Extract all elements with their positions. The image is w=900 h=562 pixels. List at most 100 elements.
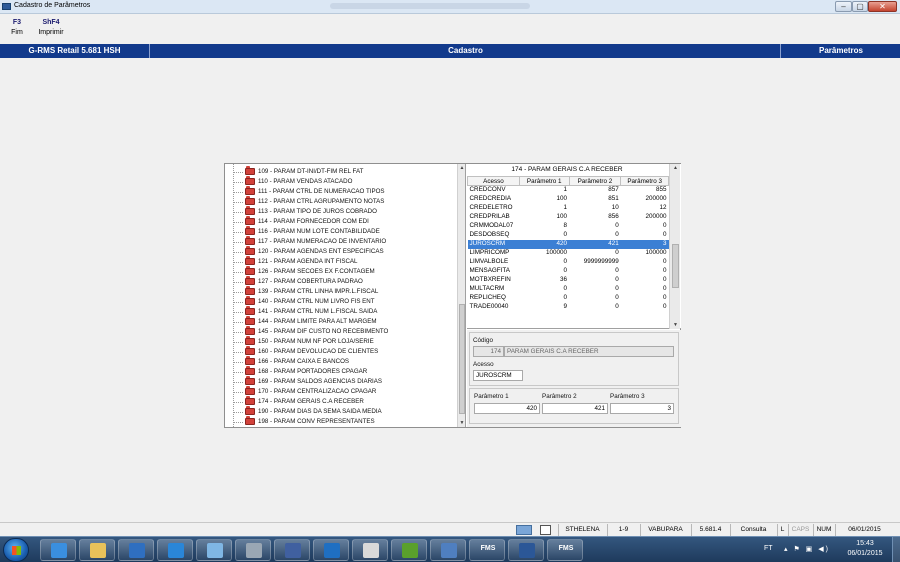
tree-item[interactable]: 140 - PARAM CTRL NUM LIVRO FIS ENT	[233, 296, 453, 307]
cell-parametro-2[interactable]: 857	[569, 186, 621, 195]
cell-acesso[interactable]: MOTBXREFIN	[468, 276, 520, 285]
cell-parametro-1[interactable]: 0	[519, 285, 569, 294]
cell-acesso[interactable]: CREDCREDIA	[468, 195, 520, 204]
cell-parametro-2[interactable]: 0	[569, 303, 621, 312]
tree-item[interactable]: 141 - PARAM CTRL NUM L.FISCAL SAIDA	[233, 306, 453, 317]
cell-parametro-2[interactable]: 851	[569, 195, 621, 204]
tree-item[interactable]: 114 - PARAM FORNECEDOR COM EDI	[233, 216, 453, 227]
grid-scroll-thumb[interactable]	[672, 244, 679, 288]
tree-item[interactable]: 139 - PARAM CTRL LINHA IMPR.L.FISCAL	[233, 286, 453, 297]
table-row[interactable]: MENSAGFITA 0 0 0	[468, 267, 669, 276]
cell-acesso[interactable]: CRMMODAL07	[468, 222, 520, 231]
col-acesso[interactable]: Acesso	[467, 176, 520, 186]
cell-parametro-3[interactable]: 3	[620, 239, 669, 249]
clock-time[interactable]: 15:43	[842, 540, 888, 547]
tree-item[interactable]: 144 - PARAM LIMITE PARA ALT MARGEM	[233, 316, 453, 327]
tree-item[interactable]: 127 - PARAM COBERTURA PADRAO	[233, 276, 453, 287]
settings-icon[interactable]	[430, 539, 466, 561]
cell-parametro-2[interactable]: 0	[569, 222, 621, 231]
tree-item[interactable]: 168 - PARAM PORTADORES CPAGAR	[233, 366, 453, 377]
tree-item[interactable]: 166 - PARAM CAIXA E BANCOS	[233, 356, 453, 367]
grid-scrollbar[interactable]: ▲ ▼	[669, 164, 680, 329]
cell-parametro-1[interactable]: 100000	[519, 249, 569, 258]
acesso-field[interactable]: JUROSCRM	[473, 370, 523, 381]
scroll-up-icon[interactable]: ▲	[458, 164, 465, 172]
table-row[interactable]: DESDOBSEQ 0 0 0	[468, 231, 669, 240]
table-row[interactable]: LIMVALBOLE 0 9999999999 0	[468, 258, 669, 267]
col-parametro-2[interactable]: Parâmetro 2	[568, 176, 622, 186]
col-parametro-3[interactable]: Parâmetro 3	[620, 176, 669, 186]
table-row[interactable]: CREDCREDIA 100 851 200000	[468, 195, 669, 204]
table-row[interactable]: TRADE00040 9 0 0	[468, 303, 669, 312]
cell-parametro-1[interactable]: 420	[519, 239, 570, 249]
cell-parametro-2[interactable]: 0	[569, 267, 621, 276]
cell-parametro-3[interactable]: 0	[621, 285, 669, 294]
cell-acesso[interactable]: CREDCONV	[468, 186, 520, 195]
cell-parametro-2[interactable]: 0	[569, 249, 621, 258]
table-row[interactable]: MOTBXREFIN 36 0 0	[468, 276, 669, 285]
cell-parametro-3[interactable]: 0	[621, 303, 669, 312]
cell-parametro-3[interactable]: 0	[621, 276, 669, 285]
tree-item[interactable]: 109 - PARAM DT-INI/DT-FIM REL FAT	[233, 166, 453, 177]
tree-item[interactable]: 116 - PARAM NUM LOTE CONTABILIDADE	[233, 226, 453, 237]
cell-parametro-2[interactable]: 0	[569, 276, 621, 285]
table-row[interactable]: JUROSCRM 420 421 3	[467, 239, 669, 249]
tree-item[interactable]: 160 - PARAM DEVOLUCAO DE CLIENTES	[233, 346, 453, 357]
scroll-down-icon[interactable]: ▼	[458, 419, 465, 427]
cell-parametro-1[interactable]: 36	[519, 276, 569, 285]
cell-parametro-3[interactable]: 0	[621, 267, 669, 276]
cell-acesso[interactable]: CREDELETRO	[468, 204, 520, 213]
fms-launcher-1[interactable]: FMS	[469, 539, 505, 561]
tree-item[interactable]: 126 - PARAM SECOES EX F.CONTAGEM	[233, 266, 453, 277]
grid-scroll-down-icon[interactable]: ▼	[670, 321, 681, 329]
clock-date[interactable]: 06/01/2015	[842, 550, 888, 557]
cell-parametro-2[interactable]: 0	[569, 294, 621, 303]
cell-acesso[interactable]: TRADE00040	[468, 303, 520, 312]
tools-icon[interactable]	[352, 539, 388, 561]
cell-parametro-2[interactable]: 10	[569, 204, 621, 213]
tree-item[interactable]: 198 - PARAM CONV REPRESENTANTES	[233, 416, 453, 427]
cell-parametro-2[interactable]: 0	[569, 285, 621, 294]
cell-acesso[interactable]: JUROSCRM	[467, 239, 520, 249]
cell-parametro-2[interactable]: 421	[569, 239, 621, 249]
cell-parametro-3[interactable]: 0	[621, 222, 669, 231]
minimize-button[interactable]: –	[835, 1, 852, 12]
fms-launcher-2[interactable]: FMS	[547, 539, 583, 561]
cell-parametro-3[interactable]: 0	[621, 294, 669, 303]
fim-button[interactable]: F3 Fim	[7, 19, 27, 36]
maximize-button[interactable]: ▢	[852, 1, 868, 12]
show-desktop-button[interactable]	[892, 537, 900, 562]
tree-item[interactable]: 150 - PARAM NUM NF POR LOJA/SERIE	[233, 336, 453, 347]
internet-explorer-icon[interactable]	[40, 539, 76, 561]
col-parametro-1[interactable]: Parâmetro 1	[518, 176, 570, 186]
cell-parametro-2[interactable]: 856	[569, 213, 621, 222]
cell-acesso[interactable]: LIMVALBOLE	[468, 258, 520, 267]
cell-parametro-3[interactable]: 0	[621, 231, 669, 240]
start-button[interactable]	[3, 538, 29, 562]
table-row[interactable]: CRMMODAL07 8 0 0	[468, 222, 669, 231]
media-player-icon[interactable]	[118, 539, 154, 561]
cell-parametro-1[interactable]: 8	[519, 222, 569, 231]
network-icon[interactable]	[274, 539, 310, 561]
cell-parametro-3[interactable]: 200000	[621, 195, 669, 204]
table-row[interactable]: CREDPRILAB 100 856 200000	[468, 213, 669, 222]
tree-item[interactable]: 117 - PARAM NUMERACAO DE INVENTARIO	[233, 236, 453, 247]
cell-acesso[interactable]: DESDOBSEQ	[468, 231, 520, 240]
cell-parametro-1[interactable]: 0	[519, 258, 569, 267]
tray-icons[interactable]: ▴ ⚑ ▣ ◀)	[784, 545, 830, 553]
cell-parametro-3[interactable]: 12	[621, 204, 669, 213]
cell-parametro-1[interactable]: 9	[519, 303, 569, 312]
outlook-icon[interactable]	[313, 539, 349, 561]
cell-parametro-3[interactable]: 855	[621, 186, 669, 195]
photos-icon[interactable]	[196, 539, 232, 561]
tree-item[interactable]: 174 - PARAM GERAIS C.A RECEBER	[233, 396, 453, 407]
cell-parametro-1[interactable]: 0	[519, 267, 569, 276]
lync-icon[interactable]	[157, 539, 193, 561]
cell-parametro-2[interactable]: 0	[569, 231, 621, 240]
imprimir-button[interactable]: ShF4 Imprimir	[34, 19, 68, 36]
word-icon[interactable]	[508, 539, 544, 561]
cell-acesso[interactable]: REPLICHEQ	[468, 294, 520, 303]
cell-parametro-1[interactable]: 0	[519, 294, 569, 303]
cell-parametro-1[interactable]: 0	[519, 231, 569, 240]
tree-scrollbar[interactable]: ▲ ▼	[457, 164, 465, 427]
